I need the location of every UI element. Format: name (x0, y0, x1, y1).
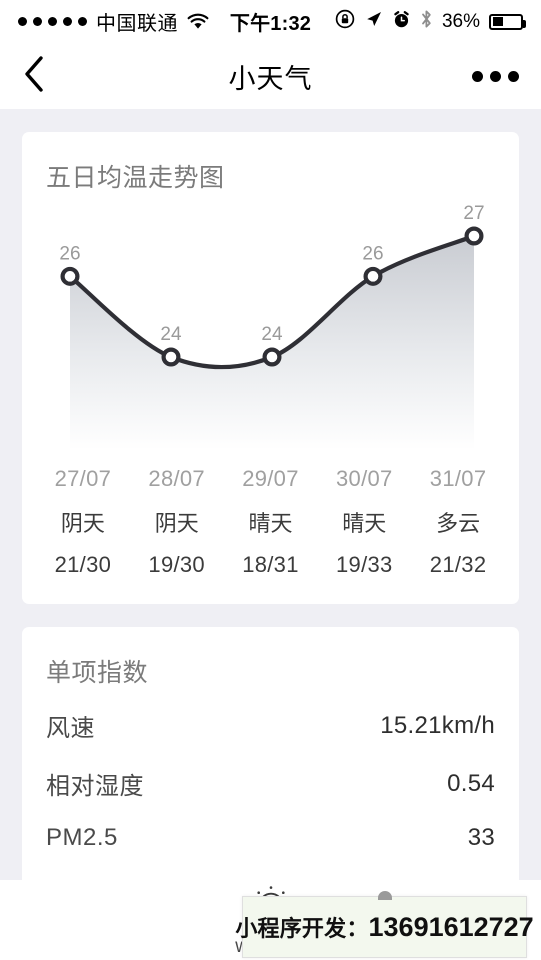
carrier-name: 中国联通 (96, 13, 178, 35)
forecast-day[interactable]: 28/07 阴天 19/30 (130, 460, 224, 578)
index-row: PM2.5 33 (46, 813, 495, 864)
chart-svg: 26 24 24 26 27 (59, 203, 485, 450)
forecast-date: 29/07 (242, 466, 299, 491)
status-bar-right: 36% (271, 9, 526, 34)
forecast-temperature: 21/32 (429, 552, 487, 577)
page-title: 小天气 (228, 63, 313, 94)
forecast-condition: 阴天 (154, 511, 199, 536)
forecast-temperature: 18/31 (242, 552, 299, 577)
chart-point (161, 347, 181, 367)
wifi-icon (187, 13, 209, 30)
promo-phone: 13691612727 (368, 912, 534, 942)
scroll-content[interactable]: 五日均温走势图 26 24 24 26 27 27/07 阴天 21/30 28… (0, 109, 541, 960)
forecast-temperature: 19/30 (148, 552, 205, 577)
chart-point (464, 226, 484, 246)
promo-notch-icon (377, 891, 392, 900)
temperature-line-chart: 26 24 24 26 27 (22, 200, 519, 460)
forecast-temperature: 21/30 (54, 552, 112, 577)
index-value: 0.54 (447, 769, 495, 797)
forecast-day[interactable]: 29/07 晴天 18/31 (224, 460, 318, 578)
forecast-day[interactable]: 27/07 阴天 21/30 (36, 460, 130, 578)
app-screen: 中国联通 下午1:32 36% 小天气 五日均温走势图 26 24 24 26 … (0, 0, 541, 960)
chart-point (60, 266, 80, 286)
index-row: 相对湿度 0.54 (46, 755, 495, 813)
chart-point-label: 24 (160, 324, 182, 345)
location-arrow-icon (364, 10, 383, 34)
forecast-date: 27/07 (54, 466, 112, 491)
alarm-clock-icon (392, 10, 411, 34)
forecast-date: 28/07 (148, 466, 205, 491)
temperature-trend-card: 五日均温走势图 26 24 24 26 27 27/07 阴天 21/30 28… (22, 132, 519, 604)
chevron-left-icon (22, 54, 46, 99)
index-value: 33 (467, 824, 495, 851)
chart-point-label: 24 (261, 324, 283, 345)
index-card-title: 单项指数 (46, 659, 149, 687)
battery-percent: 36% (441, 10, 480, 32)
bluetooth-icon (420, 9, 433, 34)
forecast-day[interactable]: 31/07 多云 21/32 (411, 460, 505, 578)
index-value: 15.21km/h (380, 711, 495, 739)
chart-card-title: 五日均温走势图 (46, 164, 225, 192)
forecast-date: 31/07 (429, 466, 487, 491)
index-label: 风速 (46, 715, 95, 742)
navigation-bar: 小天气 (0, 43, 541, 109)
back-button[interactable] (22, 53, 68, 99)
chart-point-label: 26 (59, 243, 80, 264)
chart-point-label: 27 (463, 203, 484, 224)
forecast-row: 27/07 阴天 21/30 28/07 阴天 19/30 29/07 晴天 1… (22, 460, 519, 604)
promo-prefix: 小程序开发： (235, 916, 369, 941)
chart-point (262, 347, 282, 367)
more-options-button[interactable] (472, 70, 519, 82)
forecast-condition: 晴天 (342, 511, 387, 536)
status-bar-left: 中国联通 (18, 7, 271, 36)
index-label: PM2.5 (46, 824, 118, 851)
promo-overlay[interactable]: 小程序开发：13691612727 (235, 891, 534, 958)
more-dots-icon (472, 70, 483, 82)
index-label: 相对湿度 (46, 773, 144, 800)
promo-text: 小程序开发：13691612727 (235, 911, 533, 943)
index-row: 风速 15.21km/h (46, 697, 495, 755)
forecast-day[interactable]: 30/07 晴天 19/33 (317, 460, 411, 578)
rotation-lock-icon (335, 9, 355, 34)
signal-strength-icon (18, 17, 87, 26)
status-bar: 中国联通 下午1:32 36% (0, 0, 541, 43)
forecast-condition: 晴天 (248, 511, 293, 536)
forecast-temperature: 19/33 (336, 552, 393, 577)
forecast-date: 30/07 (336, 466, 393, 491)
battery-icon (489, 13, 526, 30)
chart-point-label: 26 (362, 243, 383, 264)
forecast-condition: 阴天 (60, 511, 105, 536)
forecast-condition: 多云 (436, 511, 481, 536)
chart-point (363, 266, 383, 286)
